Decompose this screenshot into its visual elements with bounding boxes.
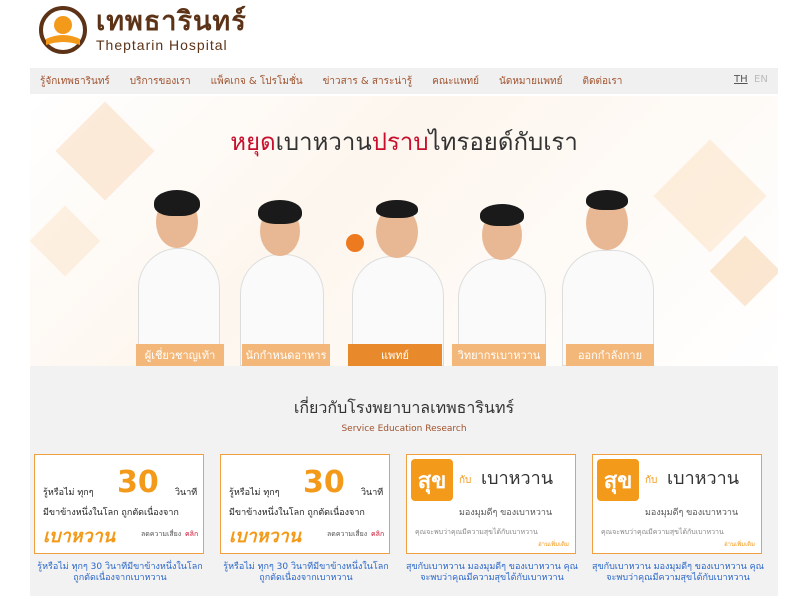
deco-square bbox=[30, 205, 101, 277]
tab-foot-specialist[interactable]: ผู้เชี่ยวชาญเท้า bbox=[136, 344, 224, 366]
fact-line2: มีขาข้างหนึ่งในโลก ถูกตัดเนื่องจาก bbox=[43, 508, 179, 518]
card-caption-link[interactable]: รู้หรือไม่ ทุกๆ 30 วินาทีมีขาข้างหนึ่งใน… bbox=[32, 562, 208, 584]
deco-square bbox=[709, 235, 778, 307]
fact-small-text: ลดความเสี่ยง bbox=[141, 530, 182, 538]
fact-number: 30 bbox=[303, 465, 345, 500]
lang-en-link[interactable]: EN bbox=[754, 74, 768, 85]
suk-line2: คุณจะพบว่าคุณมีความสุขได้กับเบาหวาน bbox=[601, 528, 724, 536]
nav-item-about[interactable]: รู้จักเทพธารินทร์ bbox=[30, 74, 120, 89]
tab-dietitian[interactable]: นักกำหนดอาหาร bbox=[242, 344, 330, 366]
nav-item-packages[interactable]: แพ็คเกจ & โปรโมชั่น bbox=[201, 74, 313, 89]
suk-line1: มองมุมดีๆ ของเบาหวาน bbox=[645, 508, 739, 518]
card-caption-link[interactable]: สุขกับเบาหวาน มองมุมดีๆ ของเบาหวาน คุณจะ… bbox=[590, 562, 766, 584]
staff-figure-4 bbox=[454, 198, 550, 366]
hospital-logo[interactable]: เทพธารินทร์ Theptarin Hospital bbox=[38, 5, 247, 55]
about-section: เกี่ยวกับโรงพยาบาลเทพธารินทร์ Service Ed… bbox=[30, 366, 778, 596]
logo-name-english: Theptarin Hospital bbox=[96, 37, 228, 53]
fact-number: 30 bbox=[117, 465, 159, 500]
suk-word: เบาหวาน bbox=[667, 468, 740, 489]
nav-item-contact[interactable]: ติดต่อเรา bbox=[572, 74, 632, 89]
fact-card[interactable]: รู้หรือไม่ ทุกๆ 30 วินาที มีขาข้างหนึ่งใ… bbox=[220, 454, 390, 554]
tab-doctor[interactable]: แพทย์ bbox=[348, 344, 442, 366]
tab-diabetes-educator[interactable]: วิทยากรเบาหวาน bbox=[452, 344, 546, 366]
about-title: เกี่ยวกับโรงพยาบาลเทพธารินทร์ bbox=[293, 398, 515, 417]
fact-highlight: เบาหวาน bbox=[229, 526, 302, 547]
suk-line2: คุณจะพบว่าคุณมีความสุขได้กับเบาหวาน bbox=[415, 528, 538, 536]
suk-line1: มองมุมดีๆ ของเบาหวาน bbox=[459, 508, 553, 518]
nav-item-appointment[interactable]: นัดหมายแพทย์ bbox=[489, 74, 572, 89]
hero-banner[interactable]: หยุดเบาหวานปราบไทรอยด์กับเรา ผู้เชี่ยวชา… bbox=[30, 96, 778, 366]
card-caption-link[interactable]: สุขกับเบาหวาน มองมุมดีๆ ของเบาหวาน คุณจะ… bbox=[404, 562, 580, 584]
fact-line2: มีขาข้างหนึ่งในโลก ถูกตัดเนื่องจาก bbox=[229, 508, 365, 518]
banner-tab-row: ผู้เชี่ยวชาญเท้า นักกำหนดอาหาร แพทย์ วิท… bbox=[30, 344, 778, 366]
fact-unit: วินาที bbox=[175, 488, 198, 498]
logo-name-thai: เทพธารินทร์ bbox=[96, 6, 247, 37]
nav-item-services[interactable]: บริการของเรา bbox=[120, 74, 201, 89]
suk-badge: สุข bbox=[597, 459, 639, 501]
suk-card[interactable]: สุข กับ เบาหวาน มองมุมดีๆ ของเบาหวาน คุณ… bbox=[406, 454, 576, 554]
suk-badge: สุข bbox=[411, 459, 453, 501]
fact-line1: รู้หรือไม่ ทุกๆ bbox=[43, 488, 94, 498]
logo-mark-icon bbox=[39, 6, 87, 54]
staff-figure-5 bbox=[556, 188, 660, 366]
fact-small-text: ลดความเสี่ยง bbox=[327, 530, 368, 538]
read-more-link[interactable]: อ่านเพิ่มเติม bbox=[538, 539, 569, 549]
orange-fruit bbox=[346, 234, 364, 252]
tab-exercise[interactable]: ออกกำลังกาย bbox=[566, 344, 654, 366]
banner-title-part: ไทรอยด์กับเรา bbox=[428, 128, 578, 156]
fact-click-link[interactable]: คลิก bbox=[371, 529, 384, 540]
main-nav: รู้จักเทพธารินทร์ บริการของเรา แพ็คเกจ &… bbox=[30, 68, 778, 94]
banner-title: หยุดเบาหวานปราบไทรอยด์กับเรา bbox=[30, 122, 778, 161]
staff-figure-3 bbox=[346, 194, 450, 366]
banner-title-part: ปราบ bbox=[371, 128, 429, 156]
card-caption-link[interactable]: รู้หรือไม่ ทุกๆ 30 วินาทีมีขาข้างหนึ่งใน… bbox=[218, 562, 394, 584]
staff-figure-2 bbox=[236, 196, 328, 366]
staff-figure-1 bbox=[134, 188, 224, 366]
banner-title-part: เบาหวาน bbox=[275, 128, 372, 156]
lang-th-link[interactable]: TH bbox=[734, 74, 748, 85]
about-subtitle: Service Education Research bbox=[341, 424, 467, 434]
banner-title-part: หยุด bbox=[230, 128, 276, 156]
suk-card[interactable]: สุข กับ เบาหวาน มองมุมดีๆ ของเบาหวาน คุณ… bbox=[592, 454, 762, 554]
nav-item-news[interactable]: ข่าวสาร & สาระน่ารู้ bbox=[313, 74, 423, 89]
header: เทพธารินทร์ Theptarin Hospital bbox=[0, 0, 800, 66]
fact-card[interactable]: รู้หรือไม่ ทุกๆ 30 วินาที มีขาข้างหนึ่งใ… bbox=[34, 454, 204, 554]
page: เทพธารินทร์ Theptarin Hospital รู้จักเทพ… bbox=[0, 0, 800, 600]
suk-word: เบาหวาน bbox=[481, 468, 554, 489]
fact-unit: วินาที bbox=[361, 488, 384, 498]
fact-line1: รู้หรือไม่ ทุกๆ bbox=[229, 488, 280, 498]
read-more-link[interactable]: อ่านเพิ่มเติม bbox=[724, 539, 755, 549]
suk-with: กับ bbox=[459, 475, 472, 486]
nav-item-doctors[interactable]: คณะแพทย์ bbox=[422, 74, 489, 89]
fact-highlight: เบาหวาน bbox=[43, 526, 116, 547]
fact-click-link[interactable]: คลิก bbox=[185, 529, 198, 540]
suk-with: กับ bbox=[645, 475, 658, 486]
